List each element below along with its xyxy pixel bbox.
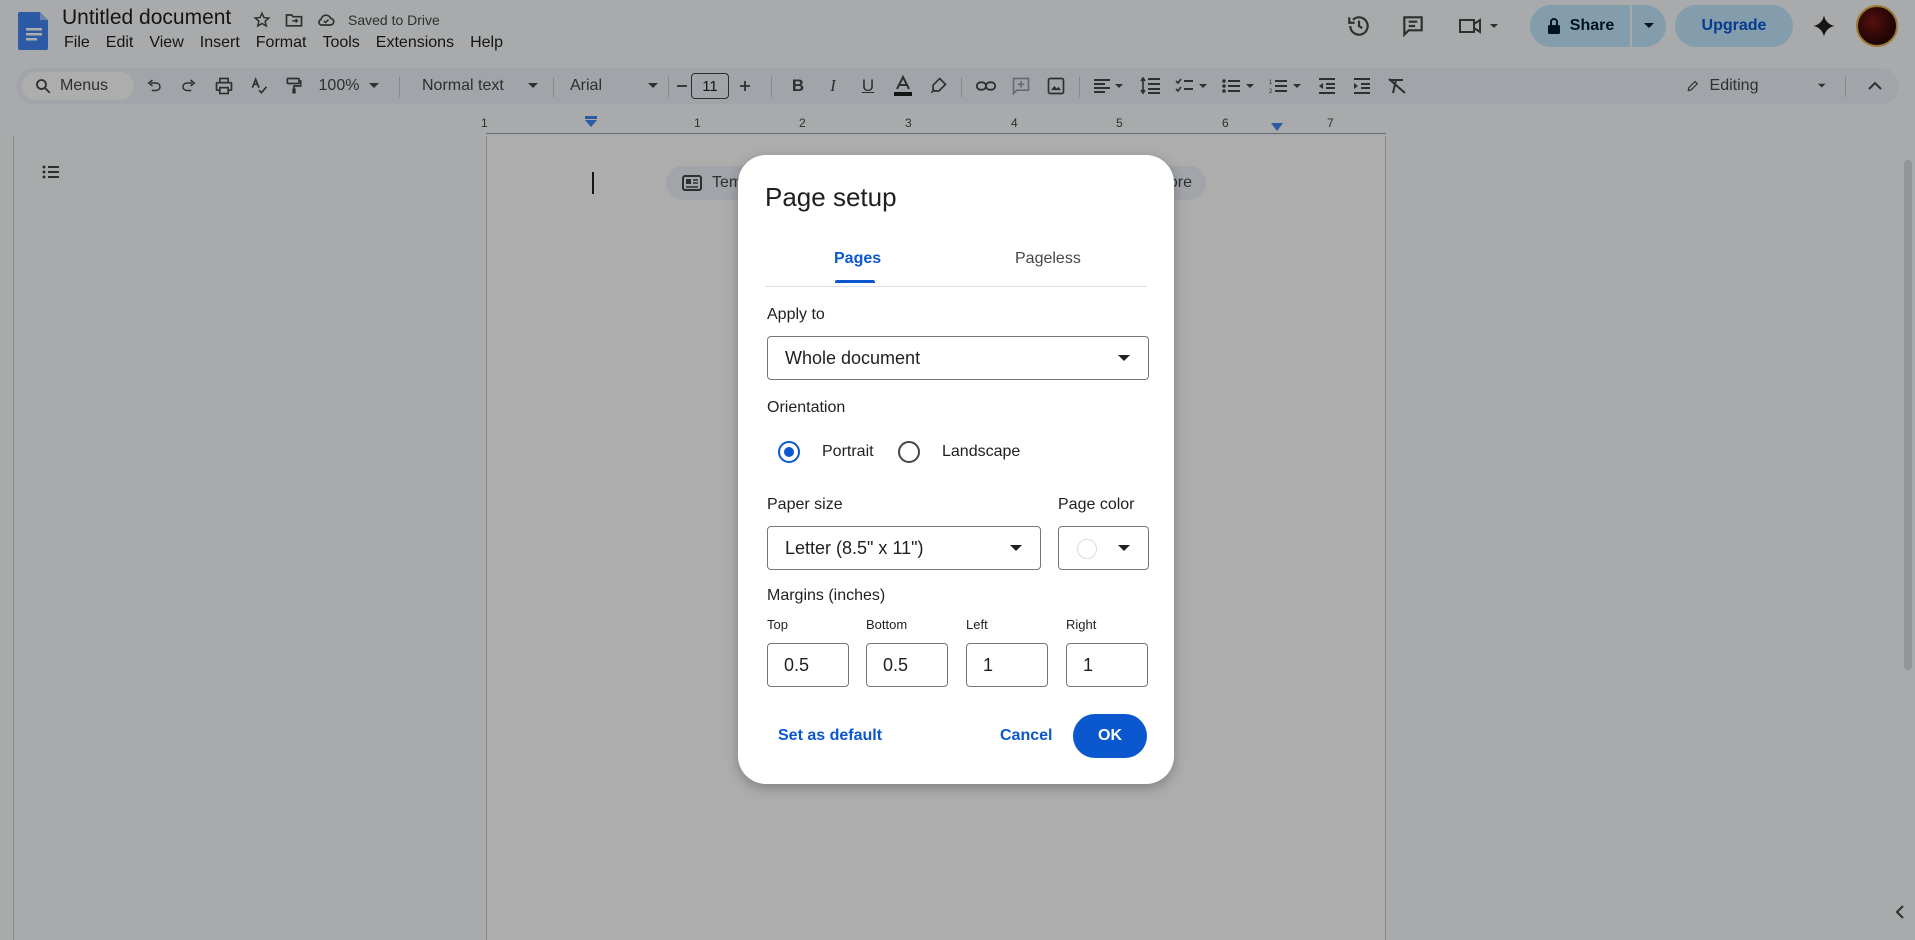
margin-bottom-input[interactable] (866, 643, 948, 687)
margin-top-label: Top (767, 617, 788, 632)
margin-right-label: Right (1066, 617, 1097, 632)
tab-pages[interactable]: Pages (834, 250, 881, 268)
caret-down-icon (1118, 355, 1130, 361)
tab-indicator (835, 280, 875, 283)
landscape-radio[interactable] (898, 441, 920, 463)
margins-label: Margins (inches) (767, 587, 886, 604)
dialog-title: Page setup (765, 182, 897, 212)
margin-bottom-label: Bottom (866, 617, 908, 632)
tab-pageless[interactable]: Pageless (1015, 250, 1081, 268)
set-as-default-button[interactable]: Set as default (778, 727, 882, 745)
page-color-label: Page color (1058, 496, 1135, 513)
portrait-label[interactable]: Portrait (822, 443, 874, 461)
paper-size-label: Paper size (767, 496, 843, 513)
orientation-label: Orientation (767, 399, 846, 416)
page-color-swatch (1077, 539, 1097, 559)
margin-left-label: Left (966, 617, 988, 632)
tab-divider (765, 286, 1147, 287)
apply-to-value: Whole document (785, 347, 921, 368)
page-setup-dialog: Page setup Pages Pageless (738, 155, 1174, 784)
apply-to-select[interactable]: Whole document (767, 336, 1149, 380)
paper-size-value: Letter (8.5" x 11") (785, 537, 924, 558)
ok-button[interactable]: OK (1073, 714, 1147, 758)
paper-size-select[interactable]: Letter (8.5" x 11") (767, 526, 1041, 570)
page-color-select[interactable] (1058, 526, 1149, 570)
margin-right-input[interactable] (1066, 643, 1148, 687)
landscape-label[interactable]: Landscape (942, 443, 1020, 461)
margin-left-input[interactable] (966, 643, 1048, 687)
caret-down-icon (1118, 545, 1130, 551)
margin-top-input[interactable] (767, 643, 849, 687)
portrait-radio[interactable] (778, 441, 800, 463)
caret-down-icon (1010, 545, 1022, 551)
apply-to-label: Apply to (767, 306, 825, 323)
cancel-button[interactable]: Cancel (1000, 727, 1052, 745)
